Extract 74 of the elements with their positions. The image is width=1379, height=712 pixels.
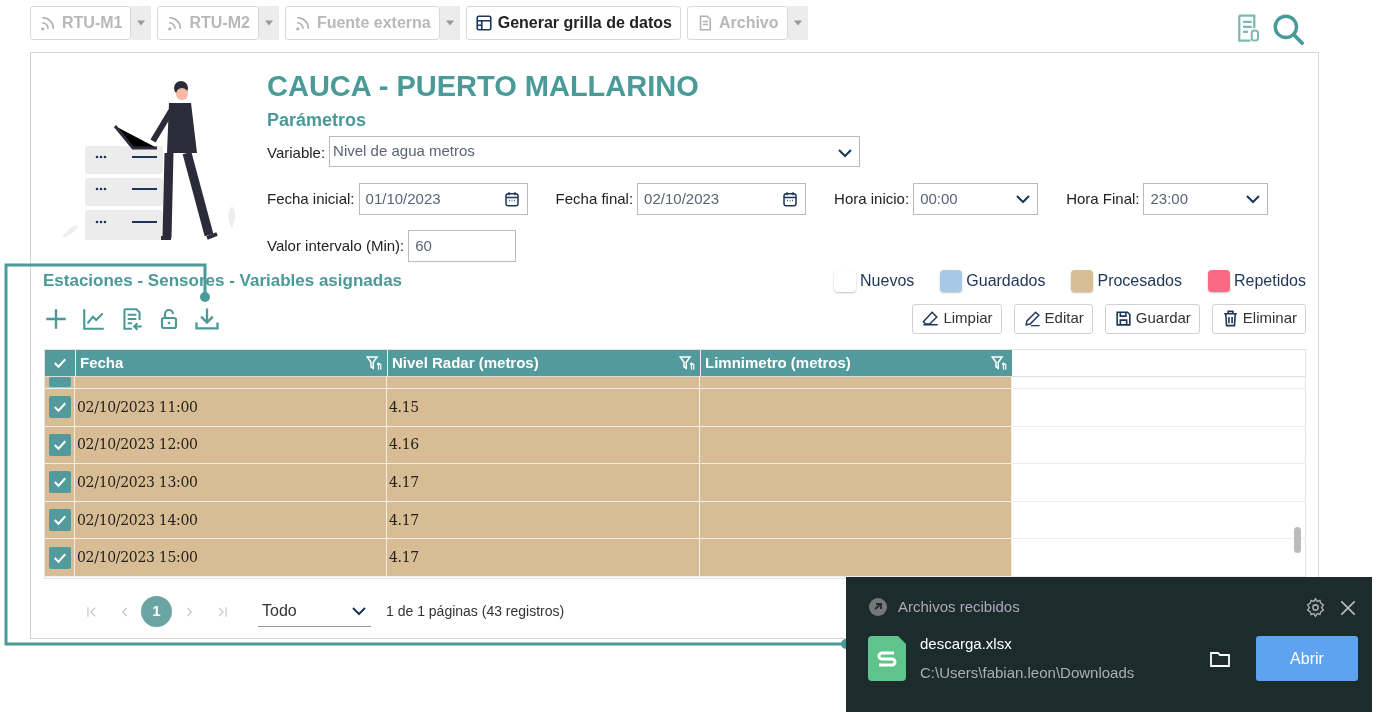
dropdown-toggle[interactable] <box>258 6 279 40</box>
spreadsheet-file-icon <box>868 636 906 681</box>
dropdown-toggle[interactable] <box>787 6 808 40</box>
search-icon <box>1271 12 1305 46</box>
page-size-select[interactable]: Todo <box>258 596 371 627</box>
row-checkbox[interactable] <box>48 546 71 569</box>
table-cell: 02/10/2023 13:00 <box>75 464 387 501</box>
dropdown-toggle[interactable] <box>439 6 460 40</box>
filter-icon <box>678 354 696 372</box>
chevron-down-icon <box>1015 194 1032 204</box>
settings-button[interactable] <box>1305 595 1326 619</box>
select-field[interactable]: 23:00 <box>1143 183 1269 215</box>
field-label: Hora Final: <box>1066 188 1140 209</box>
table-cell: 02/10/2023 11:00 <box>75 389 387 426</box>
field-label: Variable: <box>267 142 326 163</box>
input-field[interactable]: 60 <box>408 230 517 262</box>
filter-icon <box>365 354 383 372</box>
table-icon <box>474 14 493 32</box>
table-cell: 02/10/2023 15:00 <box>75 539 387 576</box>
table-cell: 4.16 <box>387 426 700 464</box>
action-button[interactable]: Limpiar <box>912 303 1002 334</box>
field-label: Fecha final: <box>555 188 634 209</box>
table-cell: 02/10/2023 12:00 <box>75 426 387 464</box>
table-cell: 4.17 <box>387 539 700 576</box>
date-field[interactable]: 01/10/2023 <box>358 183 528 215</box>
feed-icon <box>39 14 57 32</box>
section-subtitle: Parámetros <box>267 109 368 132</box>
row-checkbox[interactable] <box>48 509 71 532</box>
notification-title: Archivos recibidos <box>898 596 1021 617</box>
feed-icon <box>293 14 312 32</box>
legend-label: Guardados <box>966 270 1046 291</box>
filter-icon <box>990 354 1008 372</box>
chevron-down-icon <box>837 148 854 158</box>
station-title: CAUCA - PUERTO MALLARINO <box>267 69 700 103</box>
chevron-down-icon <box>1245 194 1262 204</box>
table-cell: 02/10/2023 14:00 <box>75 501 387 539</box>
date-field[interactable]: 02/10/2023 <box>637 183 807 215</box>
dropdown-toggle[interactable] <box>131 6 152 40</box>
calendar-icon <box>502 190 521 208</box>
action-button[interactable]: Eliminar <box>1211 303 1306 334</box>
caret-icon <box>445 20 454 26</box>
page-info: 1 de 1 páginas (43 registros) <box>386 602 565 621</box>
legend-label: Nuevos <box>860 270 915 291</box>
table-cell: 4.15 <box>387 389 700 426</box>
row-checkbox[interactable] <box>48 471 71 494</box>
file-name[interactable]: descarga.xlsx <box>920 633 1208 656</box>
download-status-icon <box>868 597 888 617</box>
table-cell: 4.17 <box>387 501 700 539</box>
scrollbar-thumb[interactable] <box>1294 527 1301 553</box>
legend-label: Procesados <box>1097 270 1182 291</box>
row-checkbox[interactable] <box>48 396 71 419</box>
file-path: C:\Users\fabian.leon\Downloads <box>920 662 1136 683</box>
eraser-icon <box>921 309 941 328</box>
field-label: Hora inicio: <box>834 188 910 209</box>
action-button[interactable]: Editar <box>1013 303 1093 334</box>
field-label: Valor intervalo (Min): <box>267 235 405 256</box>
column-header[interactable]: Fecha <box>80 351 124 375</box>
table-cell: 4.17 <box>387 464 700 501</box>
row-checkbox[interactable] <box>48 377 71 387</box>
legend-label: Repetidos <box>1233 270 1306 291</box>
settings-icon <box>1305 597 1326 619</box>
caret-icon <box>137 20 146 26</box>
select-field[interactable]: 00:00 <box>913 183 1039 215</box>
action-button[interactable]: Guardar <box>1104 303 1200 334</box>
caret-icon <box>264 20 273 26</box>
pencil-icon <box>1022 309 1042 328</box>
caret-icon <box>793 20 802 26</box>
field-label: Fecha inicial: <box>267 188 355 209</box>
variable-select[interactable]: Nivel de agua metros <box>329 136 861 167</box>
chevron-down-icon <box>351 606 367 616</box>
toolbar-button[interactable]: Generar grilla de datos <box>465 6 681 40</box>
calendar-icon <box>781 190 800 208</box>
row-checkbox[interactable] <box>48 433 71 456</box>
save-icon <box>1113 309 1133 328</box>
